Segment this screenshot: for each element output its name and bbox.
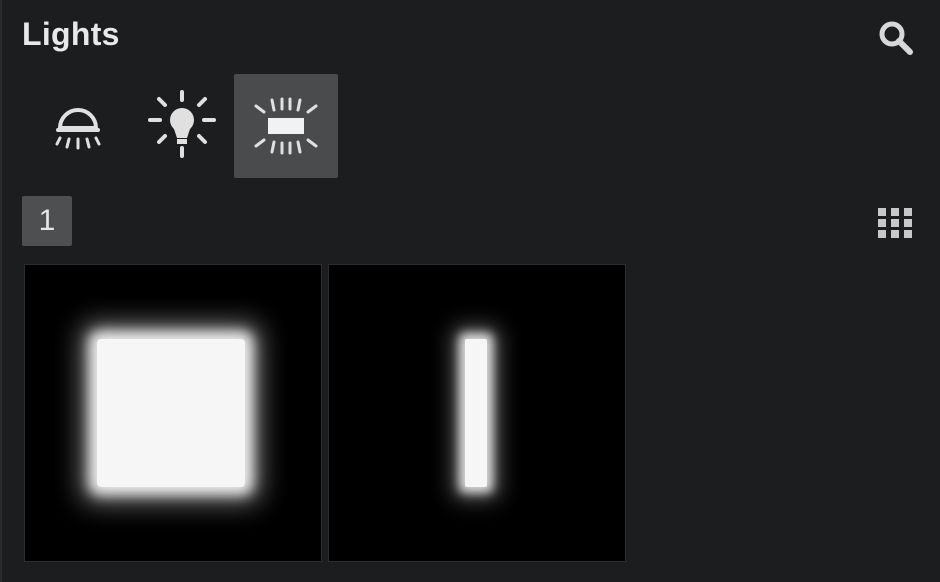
light-type-bar <box>26 74 338 178</box>
preset-thumbnail-bar[interactable] <box>328 264 626 562</box>
panel-title: Lights <box>22 16 120 52</box>
search-button[interactable] <box>876 18 916 58</box>
preset-grid <box>24 264 626 562</box>
page-number-badge[interactable]: 1 <box>22 196 72 246</box>
spot-light-button[interactable] <box>26 74 130 178</box>
spot-light-icon <box>55 108 101 150</box>
preset-thumbnail-square[interactable] <box>24 264 322 562</box>
point-light-button[interactable] <box>130 74 234 178</box>
square-light-shape <box>97 339 245 487</box>
grid-view-button[interactable] <box>876 206 914 240</box>
bar-light-shape <box>465 339 487 487</box>
area-light-icon <box>254 97 318 155</box>
area-light-button[interactable] <box>234 74 338 178</box>
search-icon <box>879 21 913 55</box>
lights-panel: Lights 1 <box>0 0 940 582</box>
grid-view-icon <box>878 208 912 238</box>
point-light-icon <box>148 90 216 158</box>
